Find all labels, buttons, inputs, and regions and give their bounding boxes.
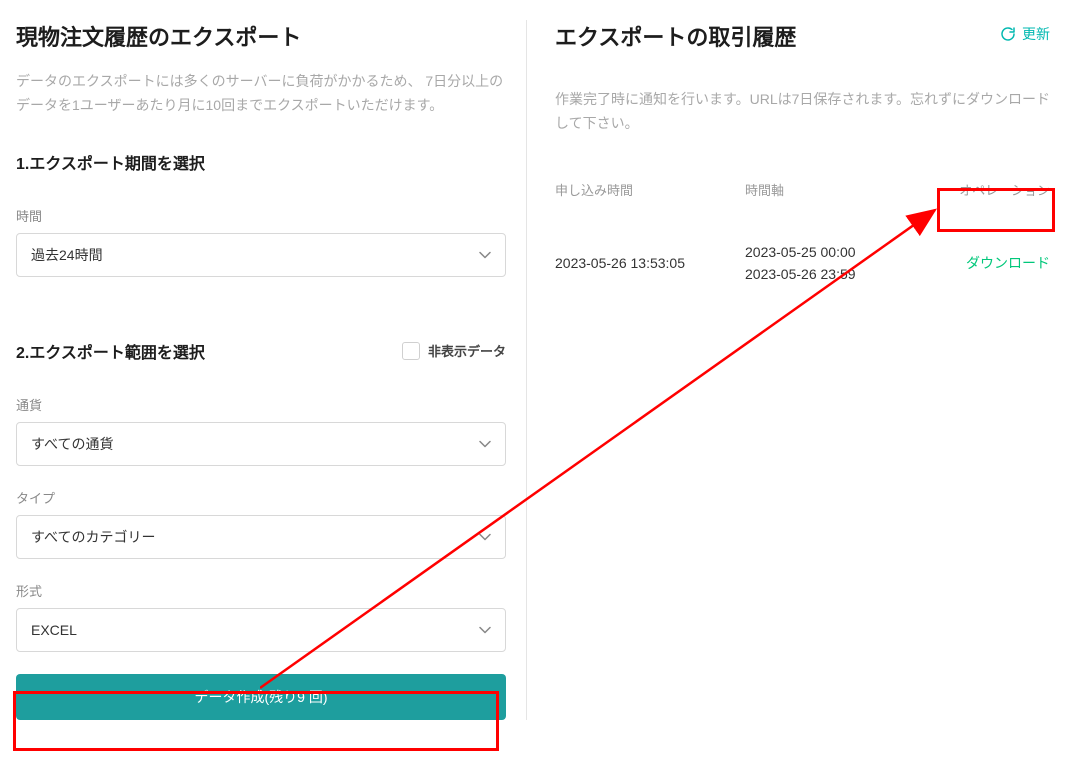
col-time-axis: 時間軸 xyxy=(745,180,945,199)
col-apply-time: 申し込み時間 xyxy=(555,180,745,199)
chevron-down-icon xyxy=(479,624,491,636)
table-header: 申し込み時間 時間軸 オペレーション xyxy=(555,168,1050,211)
download-link[interactable]: ダウンロード xyxy=(945,253,1050,273)
checkbox-icon xyxy=(402,342,420,360)
cell-apply-time: 2023-05-26 13:53:05 xyxy=(555,255,745,271)
type-select-value: すべてのカテゴリー xyxy=(31,527,155,547)
hidden-data-checkbox[interactable]: 非表示データ xyxy=(402,341,506,360)
chevron-down-icon xyxy=(479,531,491,543)
col-operation: オペレーション xyxy=(945,180,1050,199)
axis-end: 2023-05-26 23:59 xyxy=(745,263,945,285)
time-select[interactable]: 過去24時間 xyxy=(16,233,506,277)
type-field-label: タイプ xyxy=(16,488,506,507)
time-select-value: 過去24時間 xyxy=(31,245,103,265)
format-select[interactable]: EXCEL xyxy=(16,608,506,652)
currency-select-value: すべての通貨 xyxy=(31,434,113,454)
create-data-button[interactable]: データ作成(残り9 回) xyxy=(16,674,506,720)
hidden-data-label: 非表示データ xyxy=(428,341,506,360)
refresh-button[interactable]: 更新 xyxy=(1000,20,1050,44)
time-field-label: 時間 xyxy=(16,206,506,225)
right-panel-title: エクスポートの取引履歴 xyxy=(555,20,796,52)
table-row: 2023-05-26 13:53:05 2023-05-25 00:00 202… xyxy=(555,211,1050,304)
section-1-title: 1.エクスポート期間を選択 xyxy=(16,150,506,174)
axis-start: 2023-05-25 00:00 xyxy=(745,241,945,263)
section-2-title: 2.エクスポート範囲を選択 xyxy=(16,339,205,363)
cell-time-axis: 2023-05-25 00:00 2023-05-26 23:59 xyxy=(745,241,945,286)
left-panel-description: データのエクスポートには多くのサーバーに負荷がかかるため、 7日分以上のデータを… xyxy=(16,70,506,118)
type-select[interactable]: すべてのカテゴリー xyxy=(16,515,506,559)
right-panel-description: 作業完了時に通知を行います。URLは7日保存されます。忘れずにダウンロードして下… xyxy=(555,88,1050,136)
format-field-label: 形式 xyxy=(16,581,506,600)
left-panel-title: 現物注文履歴のエクスポート xyxy=(16,20,506,52)
format-select-value: EXCEL xyxy=(31,622,77,638)
currency-select[interactable]: すべての通貨 xyxy=(16,422,506,466)
chevron-down-icon xyxy=(479,249,491,261)
refresh-label: 更新 xyxy=(1022,24,1050,44)
chevron-down-icon xyxy=(479,438,491,450)
currency-field-label: 通貨 xyxy=(16,395,506,414)
refresh-icon xyxy=(1000,26,1016,42)
